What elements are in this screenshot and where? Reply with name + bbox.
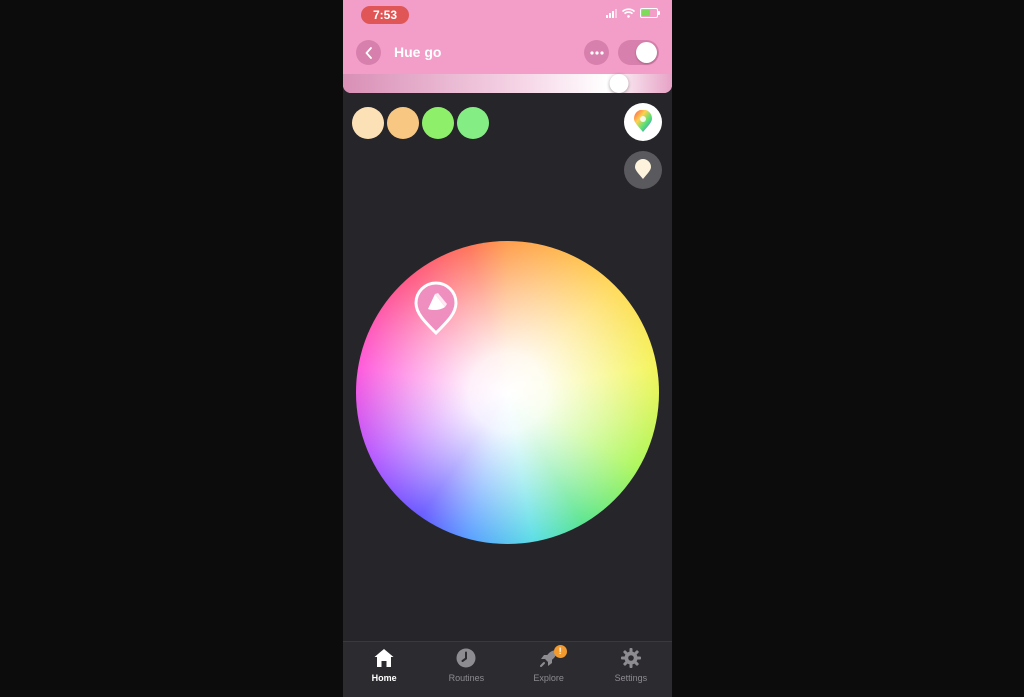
phone-screen: 7:53 Hue go Home Routines ! Explore Sett… [343, 0, 672, 697]
wifi-icon [622, 8, 635, 18]
brightness-slider[interactable] [343, 74, 672, 93]
tab-routines[interactable]: Routines [425, 642, 507, 697]
swatch-green[interactable] [422, 107, 454, 139]
chevron-left-icon [365, 46, 372, 59]
tab-explore[interactable]: ! Explore [508, 642, 590, 697]
color-mode-button[interactable] [624, 103, 662, 141]
tab-home[interactable]: Home [343, 642, 425, 697]
color-wheel[interactable] [356, 241, 659, 544]
white-ambiance-icon [635, 159, 651, 179]
more-dots-icon [589, 50, 604, 55]
tab-label: Explore [533, 673, 564, 683]
status-icons [606, 8, 660, 18]
status-time: 7:53 [361, 6, 409, 24]
header: 7:53 Hue go [343, 0, 672, 93]
swatch-warm-orange[interactable] [387, 107, 419, 139]
signal-icon [606, 8, 617, 18]
tab-bar: Home Routines ! Explore Settings [343, 641, 672, 697]
clock-icon [456, 648, 476, 668]
color-picker-pin[interactable] [414, 281, 458, 336]
swatch-warm-light[interactable] [352, 107, 384, 139]
lamp-icon [414, 281, 458, 336]
brightness-slider-thumb[interactable] [609, 74, 629, 93]
more-options-button[interactable] [584, 40, 609, 65]
toggle-knob [636, 42, 657, 63]
tab-label: Settings [614, 673, 648, 683]
tab-label: Routines [448, 673, 485, 683]
home-icon [374, 649, 394, 667]
color-swatches [352, 107, 489, 139]
tab-label: Home [371, 673, 397, 683]
color-wheel-icon [634, 110, 652, 132]
power-toggle[interactable] [618, 40, 659, 65]
back-button[interactable] [356, 40, 381, 65]
tab-settings[interactable]: Settings [590, 642, 672, 697]
gear-icon [620, 648, 641, 668]
battery-icon [640, 8, 660, 18]
explore-badge: ! [553, 645, 567, 658]
swatch-light-green[interactable] [457, 107, 489, 139]
page-title: Hue go [394, 44, 442, 60]
white-mode-button[interactable] [624, 151, 662, 189]
